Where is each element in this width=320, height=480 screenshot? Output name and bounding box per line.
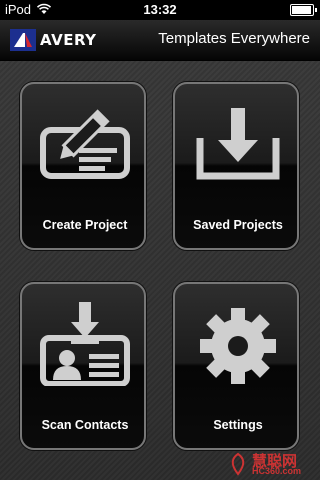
app-header: AVERY Templates Everywhere	[0, 20, 320, 61]
header-title: Templates Everywhere	[158, 30, 310, 47]
download-tray-icon	[196, 108, 280, 180]
saved-projects-button[interactable]: Saved Projects	[173, 82, 299, 250]
settings-label: Settings	[213, 418, 263, 432]
create-project-button[interactable]: Create Project	[20, 82, 146, 250]
contact-card-scan-icon	[40, 302, 130, 387]
watermark: 慧聪网 HC360.com	[226, 450, 316, 478]
battery-icon	[290, 4, 317, 16]
brand-name: AVERY	[40, 31, 97, 49]
watermark-url: HC360.com	[252, 466, 302, 476]
scan-contacts-label: Scan Contacts	[41, 418, 129, 432]
settings-button[interactable]: Settings	[173, 282, 299, 450]
create-project-label: Create Project	[42, 218, 128, 232]
pencil-on-card-icon	[40, 109, 130, 179]
status-time: 13:32	[143, 2, 177, 17]
status-bar: iPod 13:32	[0, 0, 320, 20]
gear-icon	[200, 308, 276, 384]
saved-projects-label: Saved Projects	[193, 218, 283, 232]
scan-contacts-button[interactable]: Scan Contacts	[20, 282, 146, 450]
avery-logo-mark-icon	[10, 29, 36, 51]
watermark-logo-icon	[231, 452, 245, 476]
